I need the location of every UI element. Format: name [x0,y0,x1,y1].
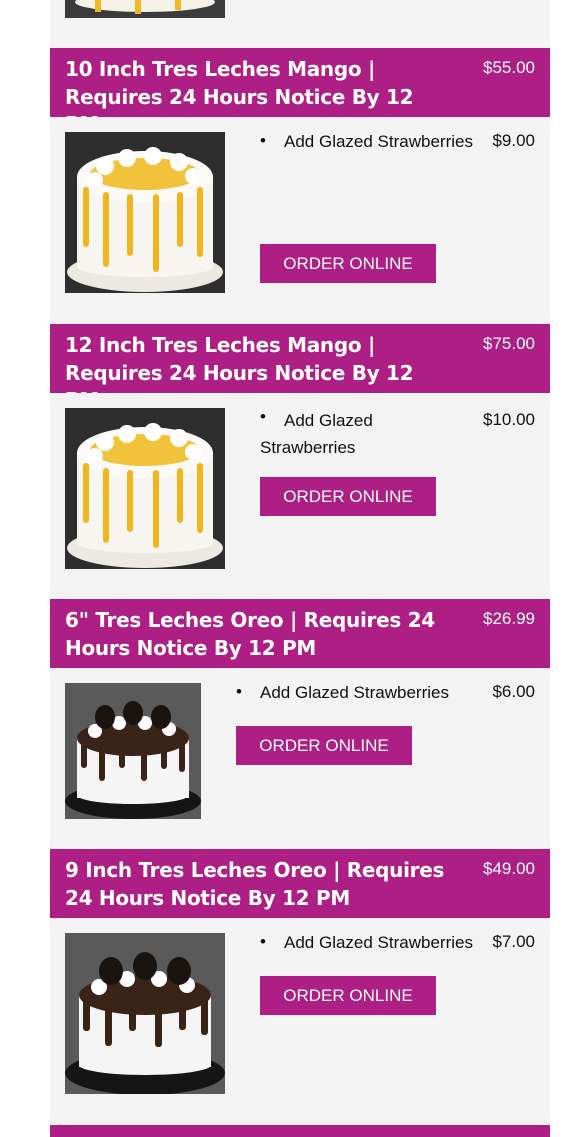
menu-item: 9 Inch Tres Leches Oreo | Requires 24 Ho… [50,849,550,1125]
option-price: $7.00 [492,932,535,951]
mango-cake-image [65,408,225,569]
menu-item-body: • Add Glazed Strawberries $7.00 ORDER ON… [50,918,550,1125]
option-bullet: • [260,131,266,150]
menu-item-header: 9 Inch Tres Leches Oreo | Requires 24 Ho… [50,849,550,918]
order-online-button[interactable]: ORDER ONLINE [236,726,412,765]
previous-item-image [65,0,225,18]
menu-item-body: • Add Glazed Strawberries $10.00 ORDER O… [50,393,550,599]
option-bullet: • [260,932,266,951]
menu-item-price: $49.00 [483,859,535,878]
menu-item-header: 6" Tres Leches Oreo | Requires 24 Hours … [50,599,550,668]
option-label: Add Glazed Strawberries [260,411,373,457]
menu-item-title: 6" Tres Leches Oreo | Requires 24 Hours … [65,608,435,660]
option-bullet: • [236,682,242,701]
option-price: $9.00 [492,131,535,150]
menu-item: 10 Inch Tres Leches Mango | Requires 24 … [50,48,550,324]
menu-item-price: $55.00 [483,58,535,77]
menu-item-header: 10 Inch Tres Leches Mango | Requires 24 … [50,48,550,136]
previous-item-partial [50,0,550,48]
menu-item: 6" Tres Leches Oreo | Requires 24 Hours … [50,599,550,849]
next-item-header-partial [50,1125,550,1137]
option-price: $10.00 [483,410,535,429]
menu-item-header: 12 Inch Tres Leches Mango | Requires 24 … [50,324,550,412]
order-online-button[interactable]: ORDER ONLINE [260,244,436,283]
option-label: Add Glazed Strawberries [284,132,473,151]
order-online-button[interactable]: ORDER ONLINE [260,477,436,516]
menu-item-price: $75.00 [483,334,535,353]
menu-item-body: • Add Glazed Strawberries $6.00 ORDER ON… [50,668,550,849]
menu-item: 12 Inch Tres Leches Mango | Requires 24 … [50,324,550,599]
order-online-button[interactable]: ORDER ONLINE [260,976,436,1015]
option-label: Add Glazed Strawberries [284,933,473,952]
option-label: Add Glazed Strawberries [260,683,449,702]
oreo-cake-image [65,683,201,819]
menu-item-price: $26.99 [483,609,535,628]
menu-item-body: • Add Glazed Strawberries $9.00 ORDER ON… [50,117,550,324]
menu-item-title: 9 Inch Tres Leches Oreo | Requires 24 Ho… [65,858,445,910]
mango-cake-image [65,132,225,293]
oreo-cake-image [65,933,225,1094]
option-price: $6.00 [492,682,535,701]
